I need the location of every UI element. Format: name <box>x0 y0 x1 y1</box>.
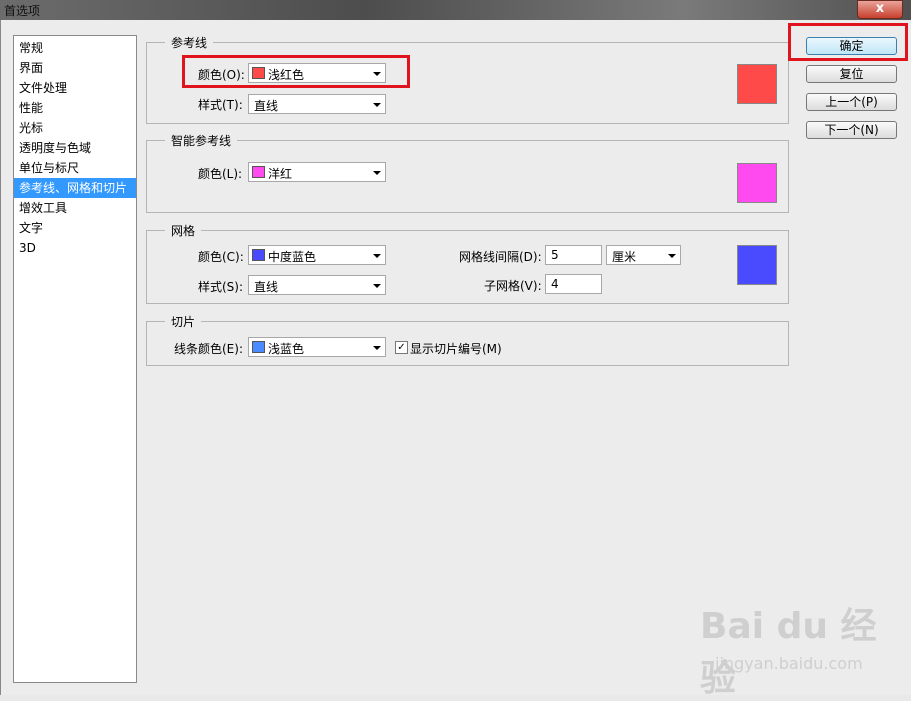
grid-group-title: 网格 <box>165 222 202 239</box>
prev-button[interactable]: 上一个(P) <box>806 93 897 111</box>
smart-guides-color-value: 洋红 <box>268 167 293 181</box>
chevron-down-icon <box>373 103 381 107</box>
grid-color-value: 中度蓝色 <box>268 250 317 264</box>
guides-style-label: 样式(T): <box>198 98 243 112</box>
grid-unit-select[interactable]: 厘米 <box>606 245 681 265</box>
sidebar-item-units[interactable]: 单位与标尺 <box>14 158 136 178</box>
sidebar-item-interface[interactable]: 界面 <box>14 58 136 78</box>
sidebar-item-general[interactable]: 常规 <box>14 38 136 58</box>
baidu-logo-watermark: Bai du 经验 <box>700 606 877 699</box>
subdivisions-label: 子网格(V): <box>484 279 542 293</box>
sidebar-item-guides-grid-slices[interactable]: 参考线、网格和切片 <box>14 178 136 198</box>
subdivisions-input[interactable]: 4 <box>545 274 602 294</box>
grid-style-value: 直线 <box>254 280 279 294</box>
close-button[interactable]: x <box>857 0 903 19</box>
close-icon: x <box>875 1 885 16</box>
sidebar-item-transparency[interactable]: 透明度与色域 <box>14 138 136 158</box>
grid-color-chip <box>252 249 265 261</box>
grid-color-label: 颜色(C): <box>198 250 244 264</box>
guides-style-value: 直线 <box>254 99 279 113</box>
slices-line-color-value: 浅蓝色 <box>268 342 305 356</box>
guides-color-swatch[interactable] <box>737 64 777 104</box>
baidu-url-watermark: jingyan.baidu.com <box>715 654 863 673</box>
chevron-down-icon <box>668 254 676 258</box>
sidebar-item-performance[interactable]: 性能 <box>14 98 136 118</box>
window-title: 首选项 <box>4 4 41 18</box>
smart-guides-group: 智能参考线 <box>146 132 789 213</box>
smart-guides-color-label: 颜色(L): <box>198 167 243 181</box>
reset-button[interactable]: 复位 <box>806 65 897 83</box>
sidebar-item-type[interactable]: 文字 <box>14 218 136 238</box>
grid-style-label: 样式(S): <box>198 280 244 294</box>
sidebar-item-file-handling[interactable]: 文件处理 <box>14 78 136 98</box>
category-list[interactable]: 常规 界面 文件处理 性能 光标 透明度与色域 单位与标尺 参考线、网格和切片 … <box>13 35 137 683</box>
sidebar-item-cursors[interactable]: 光标 <box>14 118 136 138</box>
slices-line-color-select[interactable]: 浅蓝色 <box>248 337 386 357</box>
gridline-input[interactable]: 5 <box>545 245 602 265</box>
slices-color-chip <box>252 341 265 353</box>
smart-guides-color-swatch[interactable] <box>737 163 777 203</box>
sidebar-item-3d[interactable]: 3D <box>14 238 136 258</box>
ok-button-highlight <box>788 23 908 61</box>
chevron-down-icon <box>373 346 381 350</box>
chevron-down-icon <box>373 254 381 258</box>
slices-line-color-label: 线条颜色(E): <box>174 342 243 356</box>
show-slice-numbers-label: 显示切片编号(M) <box>410 342 502 356</box>
next-button[interactable]: 下一个(N) <box>806 121 897 139</box>
smart-guides-group-title: 智能参考线 <box>165 132 238 149</box>
gridline-label: 网格线间隔(D): <box>459 250 542 264</box>
title-bar: 首选项 x <box>0 0 911 20</box>
guides-group-title: 参考线 <box>165 34 214 51</box>
smart-guides-color-select[interactable]: 洋红 <box>248 162 386 182</box>
grid-color-swatch[interactable] <box>737 245 777 285</box>
guides-style-select[interactable]: 直线 <box>248 94 386 114</box>
grid-style-select[interactable]: 直线 <box>248 275 386 295</box>
smart-guides-color-chip <box>252 166 265 178</box>
chevron-down-icon <box>373 284 381 288</box>
guides-color-highlight <box>182 55 410 88</box>
show-slice-numbers-checkbox[interactable]: ✓ <box>395 341 408 354</box>
chevron-down-icon <box>373 171 381 175</box>
sidebar-item-plugins[interactable]: 增效工具 <box>14 198 136 218</box>
grid-color-select[interactable]: 中度蓝色 <box>248 245 386 265</box>
grid-unit-value: 厘米 <box>612 250 637 264</box>
slices-group-title: 切片 <box>165 313 202 330</box>
